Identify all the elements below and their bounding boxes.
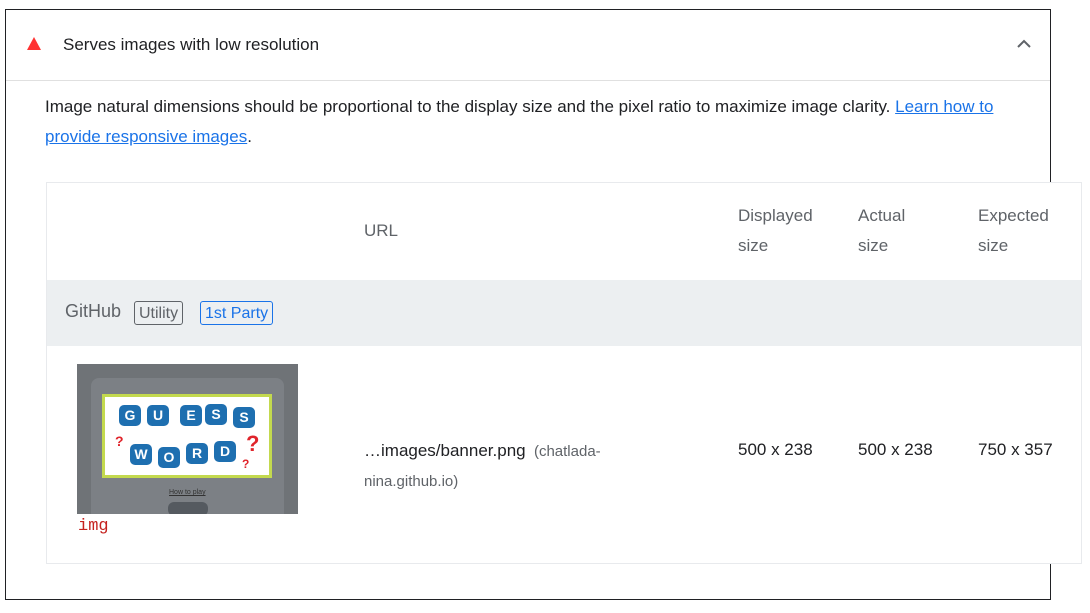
tile: D <box>214 441 236 462</box>
description-text: Image natural dimensions should be propo… <box>45 97 896 116</box>
actual-size-value: 500 x 238 <box>858 440 933 459</box>
audit-panel: Serves images with low resolution Image … <box>5 9 1082 600</box>
tile: S <box>205 404 227 425</box>
url-path[interactable]: …images/banner.png <box>364 441 526 460</box>
element-tag: img <box>78 517 109 536</box>
tile: R <box>186 443 208 464</box>
header-displayed-size: Displayed size <box>738 201 813 261</box>
thumbnail-how-to-play: How to play <box>169 489 206 496</box>
header-actual-line1: Actual <box>858 206 906 225</box>
question-mark-icon: ? <box>242 457 250 471</box>
header-url: URL <box>364 221 399 240</box>
details-table: URL Displayed size Actual size Expected … <box>46 182 1082 564</box>
tile: S <box>233 407 255 428</box>
question-mark-icon: ? <box>115 433 124 449</box>
header-actual-size: Actual size <box>858 201 905 261</box>
tile: W <box>130 444 152 465</box>
thumbnail-play-button <box>168 502 208 514</box>
tile: O <box>158 447 180 468</box>
header-expected-line2: size <box>978 236 1009 255</box>
badge-first-party: 1st Party <box>200 301 274 325</box>
audit-title: Serves images with low resolution <box>63 35 320 54</box>
header-actual-line2: size <box>858 236 889 255</box>
badge-utility: Utility <box>134 301 184 325</box>
thumbnail-board: G U E S S W O R D ? ? ? <box>102 394 272 478</box>
entity-group-row: GitHub Utility 1st Party <box>47 280 1081 346</box>
image-thumbnail[interactable]: G U E S S W O R D ? ? ? How to play <box>77 364 298 514</box>
audit-description: Image natural dimensions should be propo… <box>45 92 1040 152</box>
question-mark-icon: ? <box>246 431 260 456</box>
tile: U <box>147 405 169 426</box>
tile: E <box>180 405 202 426</box>
header-expected-line1: Expected <box>978 206 1049 225</box>
chevron-up-icon[interactable] <box>1014 34 1034 54</box>
tile: G <box>119 405 141 426</box>
expected-size-value: 750 x 357 <box>978 440 1053 459</box>
audit-header[interactable]: Serves images with low resolution <box>6 10 1050 81</box>
header-expected-size: Expected size <box>978 201 1049 261</box>
warning-triangle-icon <box>27 37 41 50</box>
header-displayed-line2: size <box>738 236 769 255</box>
description-period: . <box>247 127 252 146</box>
header-displayed-line1: Displayed <box>738 206 813 225</box>
displayed-size-value: 500 x 238 <box>738 440 813 459</box>
url-cell[interactable]: …images/banner.png (chatlada-nina.github… <box>364 436 634 497</box>
entity-name: GitHub <box>65 301 122 321</box>
